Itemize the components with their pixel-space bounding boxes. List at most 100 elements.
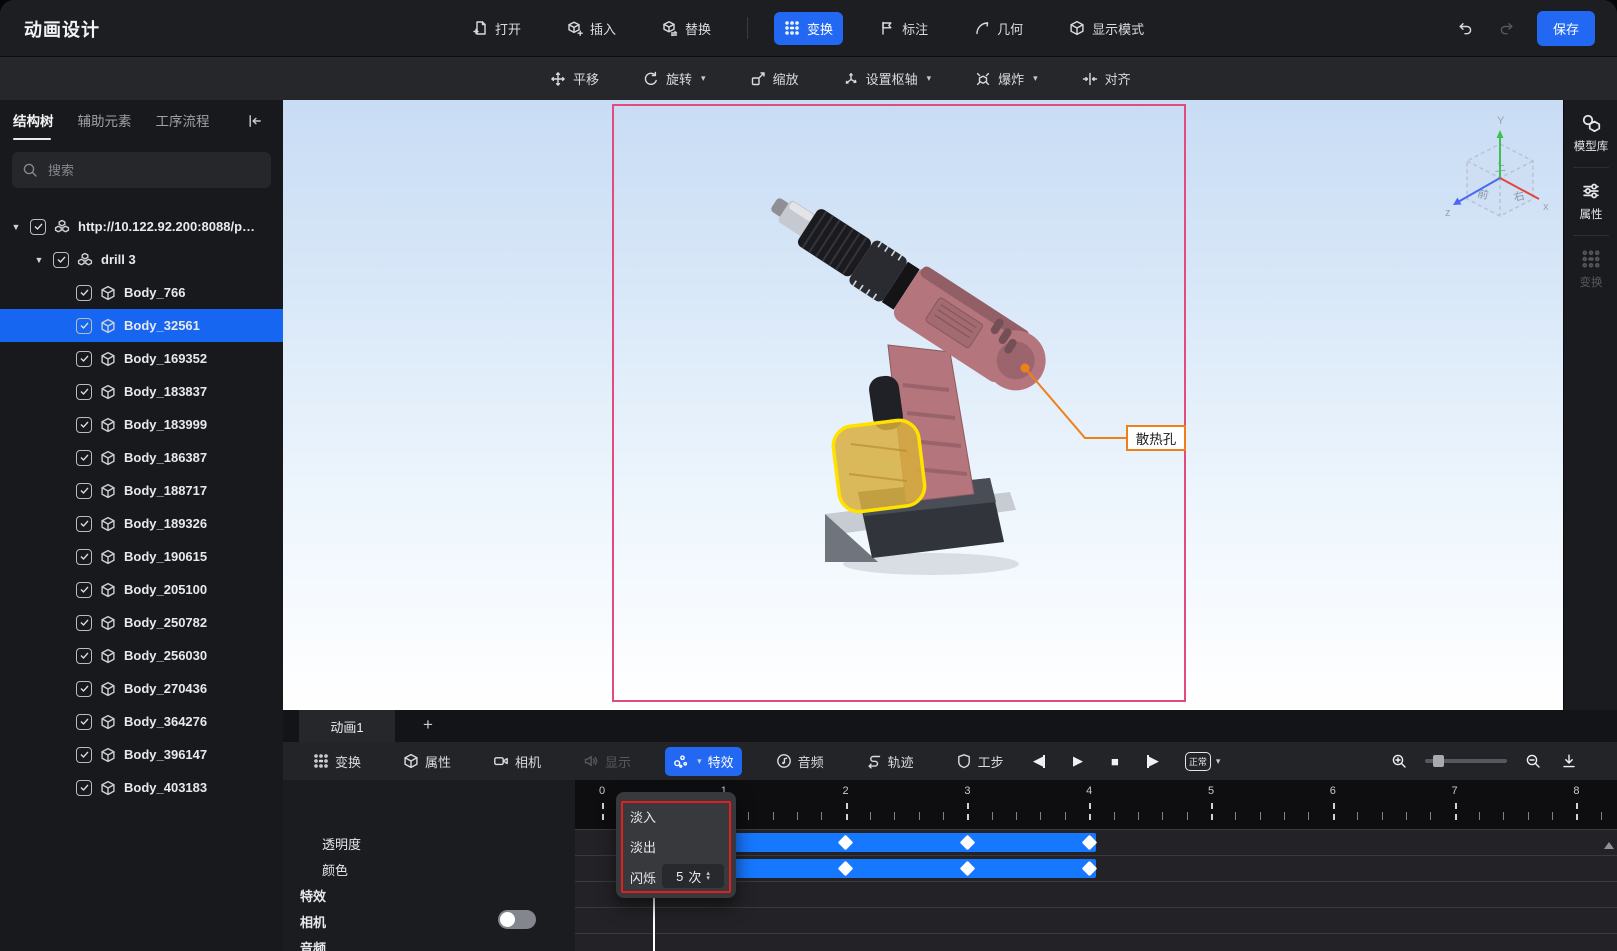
button-label: 变换 bbox=[335, 752, 361, 771]
rotate-button[interactable]: 旋转▾ bbox=[633, 62, 716, 95]
tree-item[interactable]: ▼Body_183999 bbox=[0, 408, 283, 441]
camera-toggle[interactable] bbox=[498, 910, 536, 929]
checkbox[interactable] bbox=[76, 285, 92, 301]
checkbox[interactable] bbox=[76, 318, 92, 334]
ruler-minor-tick bbox=[821, 812, 822, 820]
step-back-button[interactable]: ◀ bbox=[1031, 751, 1047, 771]
checkbox[interactable] bbox=[76, 615, 92, 631]
checkbox[interactable] bbox=[76, 582, 92, 598]
tree-expand-caret[interactable]: ▼ bbox=[33, 255, 45, 265]
effects-track-button[interactable]: ▾特效 bbox=[665, 747, 742, 776]
tree-item[interactable]: ▼Body_256030 bbox=[0, 639, 283, 672]
highlighted-part[interactable] bbox=[831, 418, 927, 514]
playback-speed-selector[interactable]: 正常 ▾ bbox=[1185, 752, 1221, 771]
checkbox[interactable] bbox=[53, 252, 69, 268]
redo-button[interactable] bbox=[1495, 16, 1519, 40]
navigation-cube[interactable]: 上 前 右 Y z x bbox=[1433, 112, 1563, 252]
tree-item[interactable]: ▼Body_766 bbox=[0, 276, 283, 309]
checkbox[interactable] bbox=[76, 747, 92, 763]
checkbox[interactable] bbox=[76, 483, 92, 499]
export-button[interactable] bbox=[1559, 751, 1579, 771]
annotation-label[interactable]: 散热孔 bbox=[1126, 425, 1186, 451]
drill-model[interactable] bbox=[763, 180, 1063, 600]
tree-item[interactable]: ▼Body_205100 bbox=[0, 573, 283, 606]
step-forward-button[interactable]: ▶ bbox=[1145, 751, 1161, 771]
play-button[interactable]: ▶ bbox=[1071, 751, 1085, 771]
shield-track-button[interactable]: 工步 bbox=[948, 747, 1012, 776]
speaker-track-button[interactable]: 显示 bbox=[575, 747, 639, 776]
top-right-actions: 保存 bbox=[1453, 0, 1595, 56]
zoom-slider[interactable] bbox=[1425, 759, 1507, 763]
audio-track-button[interactable]: 音频 bbox=[768, 747, 832, 776]
search-input[interactable] bbox=[46, 162, 230, 179]
explode-button[interactable]: 爆炸▾ bbox=[965, 62, 1048, 95]
spinner-chevrons-icon[interactable]: ▴▾ bbox=[706, 871, 710, 881]
menu-item-flash[interactable]: 闪烁 bbox=[630, 868, 656, 887]
arc-button[interactable]: 几何 bbox=[964, 12, 1033, 45]
checkbox[interactable] bbox=[76, 549, 92, 565]
checkbox[interactable] bbox=[76, 648, 92, 664]
tree-item[interactable]: ▼Body_183837 bbox=[0, 375, 283, 408]
viewport-3d[interactable]: 散热孔 上 前 右 Y z x bbox=[283, 100, 1563, 710]
rail-item-properties-sliders[interactable]: 属性 bbox=[1564, 168, 1617, 235]
flag-button[interactable]: 标注 bbox=[869, 12, 938, 45]
tree-item[interactable]: ▼drill 3 bbox=[0, 243, 283, 276]
transform-grid-button[interactable]: 变换 bbox=[774, 12, 843, 45]
rail-item-transform-grid[interactable]: 变换 bbox=[1564, 236, 1617, 303]
transform-grid-track-button[interactable]: 变换 bbox=[305, 747, 369, 776]
camera-track-button[interactable]: 相机 bbox=[485, 747, 549, 776]
scrollbar-up-arrow[interactable] bbox=[1604, 842, 1614, 849]
tree-item[interactable]: ▼Body_270436 bbox=[0, 672, 283, 705]
add-animation-button[interactable]: + bbox=[417, 714, 439, 736]
flash-count-spinner[interactable]: 5 次 ▴▾ bbox=[662, 864, 724, 888]
tree-item[interactable]: ▼Body_188717 bbox=[0, 474, 283, 507]
checkbox[interactable] bbox=[30, 219, 46, 235]
path-track-button[interactable]: 轨迹 bbox=[858, 747, 922, 776]
tree-item[interactable]: ▼Body_396147 bbox=[0, 738, 283, 771]
tree-item[interactable]: ▼Body_32561 bbox=[0, 309, 283, 342]
align-icon bbox=[1082, 71, 1098, 87]
stop-button[interactable]: ■ bbox=[1109, 752, 1121, 771]
checkbox[interactable] bbox=[76, 351, 92, 367]
checkbox[interactable] bbox=[76, 780, 92, 796]
zoom-out-button[interactable] bbox=[1523, 751, 1543, 771]
menu-item-fade-in[interactable]: 淡入 bbox=[630, 807, 656, 826]
checkbox[interactable] bbox=[76, 516, 92, 532]
undo-button[interactable] bbox=[1453, 16, 1477, 40]
pivot-button[interactable]: 设置枢轴▾ bbox=[833, 62, 942, 95]
cube-swap-button[interactable]: 替换 bbox=[652, 12, 721, 45]
collapse-panel-button[interactable] bbox=[241, 112, 269, 130]
checkbox[interactable] bbox=[76, 681, 92, 697]
checkbox[interactable] bbox=[76, 714, 92, 730]
sidebar-tab-2[interactable]: 工序流程 bbox=[156, 110, 210, 140]
sidebar-tab-0[interactable]: 结构树 bbox=[13, 110, 54, 140]
save-button[interactable]: 保存 bbox=[1537, 11, 1595, 46]
checkbox[interactable] bbox=[76, 417, 92, 433]
menu-item-fade-out[interactable]: 淡出 bbox=[630, 837, 656, 856]
checkbox[interactable] bbox=[76, 384, 92, 400]
checkbox[interactable] bbox=[76, 450, 92, 466]
file-open-button[interactable]: 打开 bbox=[462, 12, 531, 45]
move-button[interactable]: 平移 bbox=[540, 62, 609, 95]
rail-item-model-library[interactable]: 模型库 bbox=[1564, 100, 1617, 167]
tree-item-label: Body_188717 bbox=[124, 483, 207, 498]
tree-item[interactable]: ▼Body_190615 bbox=[0, 540, 283, 573]
tree-item[interactable]: ▼Body_189326 bbox=[0, 507, 283, 540]
cube-button[interactable]: 显示模式 bbox=[1059, 12, 1154, 45]
tree-item[interactable]: ▼Body_403183 bbox=[0, 771, 283, 804]
zoom-in-button[interactable] bbox=[1389, 751, 1409, 771]
align-button[interactable]: 对齐 bbox=[1072, 62, 1141, 95]
scale-button[interactable]: 缩放 bbox=[740, 62, 809, 95]
tree-item[interactable]: ▼Body_250782 bbox=[0, 606, 283, 639]
cube-track-button[interactable]: 属性 bbox=[395, 747, 459, 776]
tree-item[interactable]: ▼Body_186387 bbox=[0, 441, 283, 474]
tab-animation-1[interactable]: 动画1 bbox=[299, 710, 395, 742]
sidebar-tab-1[interactable]: 辅助元素 bbox=[78, 110, 132, 140]
tree-expand-caret[interactable]: ▼ bbox=[10, 222, 22, 232]
cube-plus-button[interactable]: 插入 bbox=[557, 12, 626, 45]
playhead-line[interactable] bbox=[653, 898, 655, 951]
tree-item[interactable]: ▼http://10.122.92.200:8088/pack... bbox=[0, 210, 283, 243]
zoom-slider-knob[interactable] bbox=[1433, 755, 1444, 767]
tree-item[interactable]: ▼Body_169352 bbox=[0, 342, 283, 375]
tree-item[interactable]: ▼Body_364276 bbox=[0, 705, 283, 738]
